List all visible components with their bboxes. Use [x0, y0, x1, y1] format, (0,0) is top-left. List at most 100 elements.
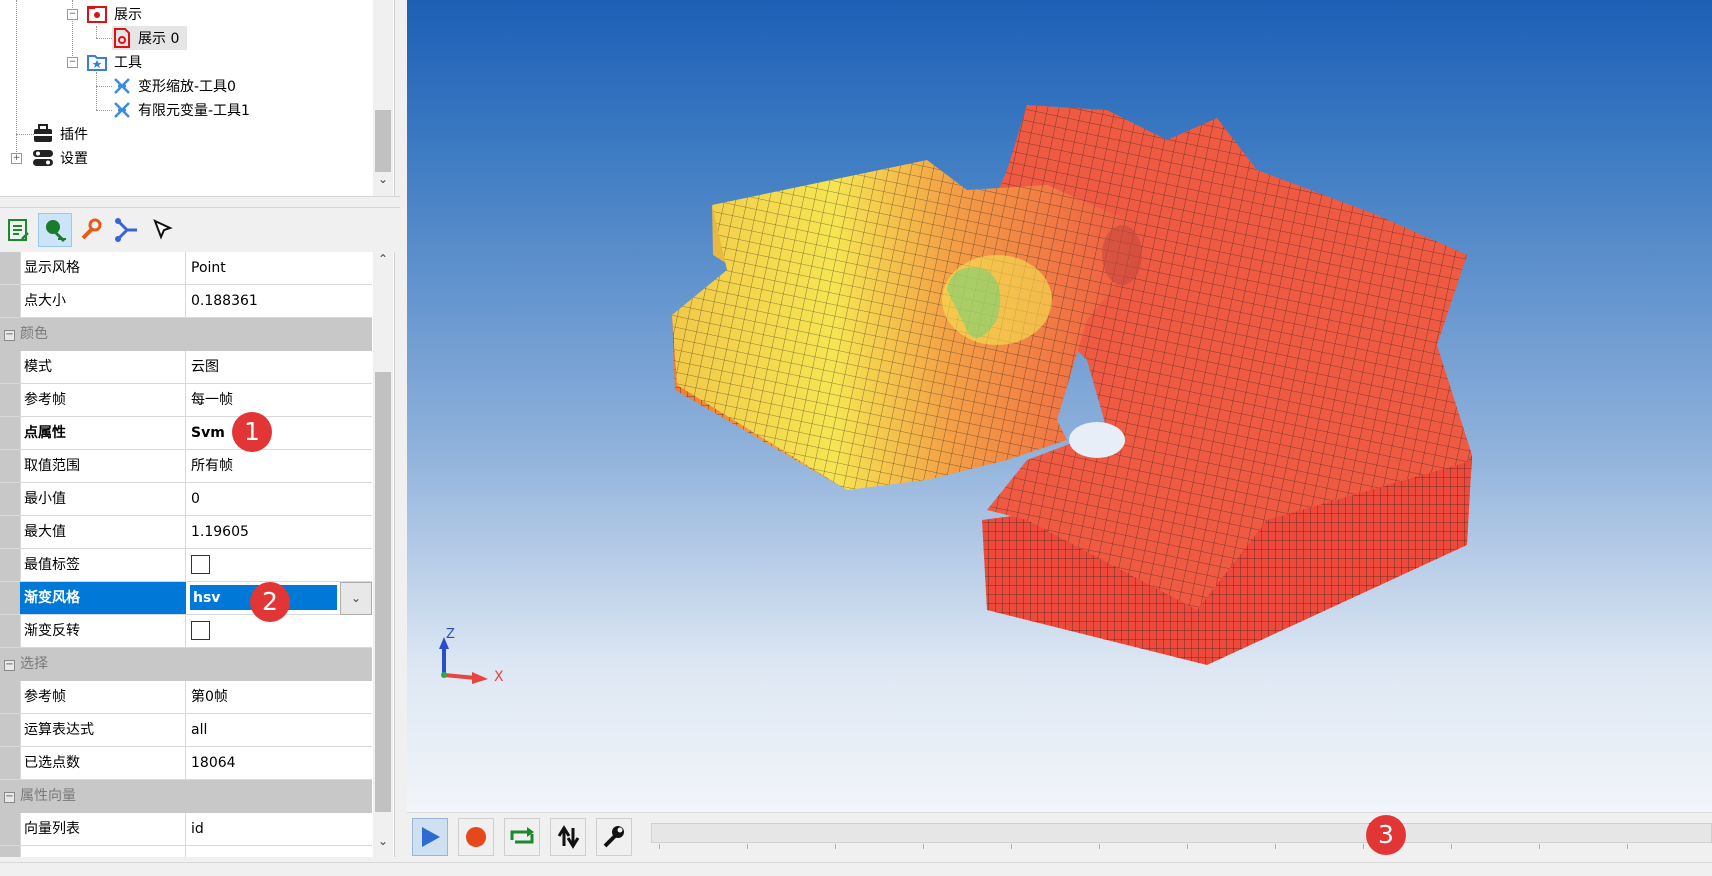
vector-select-icon: [115, 218, 137, 242]
prop-row-mode[interactable]: 模式 云图: [0, 351, 372, 384]
loop-icon: [510, 827, 534, 844]
axis-x-label: X: [494, 669, 504, 685]
scroll-up-icon[interactable]: ⌃: [373, 252, 393, 266]
prop-row-min[interactable]: 最小值 0: [0, 483, 372, 516]
prop-row-selected-count[interactable]: 已选点数 18064: [0, 747, 372, 780]
sync-icon: [557, 825, 580, 849]
category-label: 选择: [20, 656, 48, 672]
tree-item-settings[interactable]: 设置: [32, 146, 88, 170]
record-button[interactable]: [458, 818, 494, 856]
prop-value[interactable]: 所有帧: [186, 450, 372, 482]
animation-bar: [407, 812, 1712, 863]
settings-icon: [33, 150, 53, 166]
category-vector[interactable]: − 属性向量: [0, 780, 372, 813]
timeline-tick: [747, 844, 748, 849]
collapse-toggle[interactable]: −: [4, 660, 15, 671]
prop-value[interactable]: Svm: [186, 417, 372, 449]
prop-row-expression[interactable]: 运算表达式 all: [0, 714, 372, 747]
chevron-down-icon[interactable]: ⌄: [340, 582, 372, 615]
prop-value[interactable]: 云图: [186, 351, 372, 383]
prop-value[interactable]: all: [186, 714, 372, 746]
display-style-button[interactable]: [38, 213, 72, 247]
prop-row-value-range[interactable]: 取值范围 所有帧: [0, 450, 372, 483]
panel-splitter[interactable]: [0, 196, 400, 208]
display-folder-icon: [87, 6, 107, 23]
prop-value[interactable]: 0.188361: [186, 285, 372, 317]
tree-item-label: 设置: [60, 151, 88, 167]
props-scrollbar[interactable]: ⌃ ⌄: [373, 252, 393, 857]
tree-item-display-0[interactable]: 展示 0: [112, 26, 188, 50]
pointer-button[interactable]: [146, 213, 180, 247]
gradient-reverse-checkbox[interactable]: [191, 620, 210, 640]
loop-button[interactable]: [504, 818, 540, 856]
collapse-toggle[interactable]: −: [4, 792, 15, 803]
tool-folder-icon: [87, 55, 107, 71]
timeline-tick: [1099, 844, 1100, 849]
prop-row-vector-list[interactable]: 向量列表 id: [0, 813, 372, 846]
prop-row-sel-ref-frame[interactable]: 参考帧 第0帧: [0, 681, 372, 714]
play-icon: [422, 827, 440, 847]
scroll-down-icon[interactable]: ⌄: [373, 172, 393, 186]
prop-value[interactable]: 0: [186, 483, 372, 515]
extreme-label-checkbox[interactable]: [191, 554, 210, 574]
scrollbar-thumb[interactable]: [375, 372, 391, 812]
collapse-toggle[interactable]: −: [67, 9, 78, 20]
category-label: 颜色: [20, 326, 48, 342]
prop-value[interactable]: id: [186, 813, 372, 845]
tree-item-display[interactable]: 展示: [86, 2, 142, 26]
tree-item-label: 变形缩放-工具0: [138, 79, 236, 95]
tree-item-tools[interactable]: 工具: [86, 50, 142, 74]
tree-item-tool-1[interactable]: 有限元变量-工具1: [112, 98, 250, 122]
expand-toggle[interactable]: +: [11, 153, 22, 164]
timeline-tick: [923, 844, 924, 849]
annotation-badge-1: 1: [232, 412, 272, 452]
timeline-slider[interactable]: [651, 823, 1712, 843]
prop-row-display-style[interactable]: 显示风格 Point: [0, 252, 372, 285]
prop-row-gradient-reverse[interactable]: 渐变反转: [0, 615, 372, 648]
axis-z-label: Z: [446, 627, 455, 642]
prop-key: 渐变反转: [20, 615, 186, 647]
settings-wrench-button[interactable]: [596, 818, 632, 856]
collapse-toggle[interactable]: −: [4, 330, 15, 341]
prop-value[interactable]: Point: [186, 252, 372, 284]
prop-key: 点属性: [20, 417, 186, 449]
timeline-tick: [835, 844, 836, 849]
record-icon: [466, 827, 486, 847]
tree-scrollbar[interactable]: ⌄: [373, 0, 393, 196]
tree-item-plugins[interactable]: 插件: [32, 122, 88, 146]
color-brush-button[interactable]: [74, 213, 108, 247]
tree-line: [96, 38, 112, 39]
vector-select-button[interactable]: [110, 213, 144, 247]
prop-key: 模式: [20, 351, 186, 383]
play-button[interactable]: [412, 818, 448, 856]
prop-row-gradient-style[interactable]: 渐变风格 hsv ⌄: [0, 582, 372, 615]
category-color[interactable]: − 颜色: [0, 318, 372, 351]
annotation-badge-3: 3: [1366, 815, 1406, 855]
sync-button[interactable]: [550, 818, 586, 856]
3d-viewport[interactable]: Z X: [407, 0, 1712, 812]
prop-value[interactable]: 第0帧: [186, 681, 372, 713]
timeline-tick: [1451, 844, 1452, 849]
prop-value[interactable]: 每一帧: [186, 384, 372, 416]
prop-key: 渐变风格: [20, 582, 186, 614]
timeline-tick: [1627, 844, 1628, 849]
category-select[interactable]: − 选择: [0, 648, 372, 681]
scrollbar-thumb[interactable]: [375, 110, 391, 172]
prop-row-max[interactable]: 最大值 1.19605: [0, 516, 372, 549]
scroll-down-icon[interactable]: ⌄: [373, 834, 393, 848]
prop-row-extreme-label[interactable]: 最值标签: [0, 549, 372, 582]
timeline-tick: [1363, 844, 1364, 849]
prop-key: 运算表达式: [20, 714, 186, 746]
prop-value[interactable]: 1.19605: [186, 516, 372, 548]
tree-item-tool-0[interactable]: 变形缩放-工具0: [112, 74, 236, 98]
tool-item-icon: [114, 102, 130, 118]
collapse-toggle[interactable]: −: [67, 57, 78, 68]
prop-key: 显示风格: [20, 252, 186, 284]
prop-key: 最值标签: [20, 549, 186, 581]
prop-value: 18064: [191, 755, 236, 771]
prop-key: [20, 846, 186, 857]
properties-list-button[interactable]: [2, 213, 36, 247]
prop-row-point-attr[interactable]: 点属性 Svm: [0, 417, 372, 450]
prop-row-ref-frame[interactable]: 参考帧 每一帧: [0, 384, 372, 417]
prop-row-point-size[interactable]: 点大小 0.188361: [0, 285, 372, 318]
